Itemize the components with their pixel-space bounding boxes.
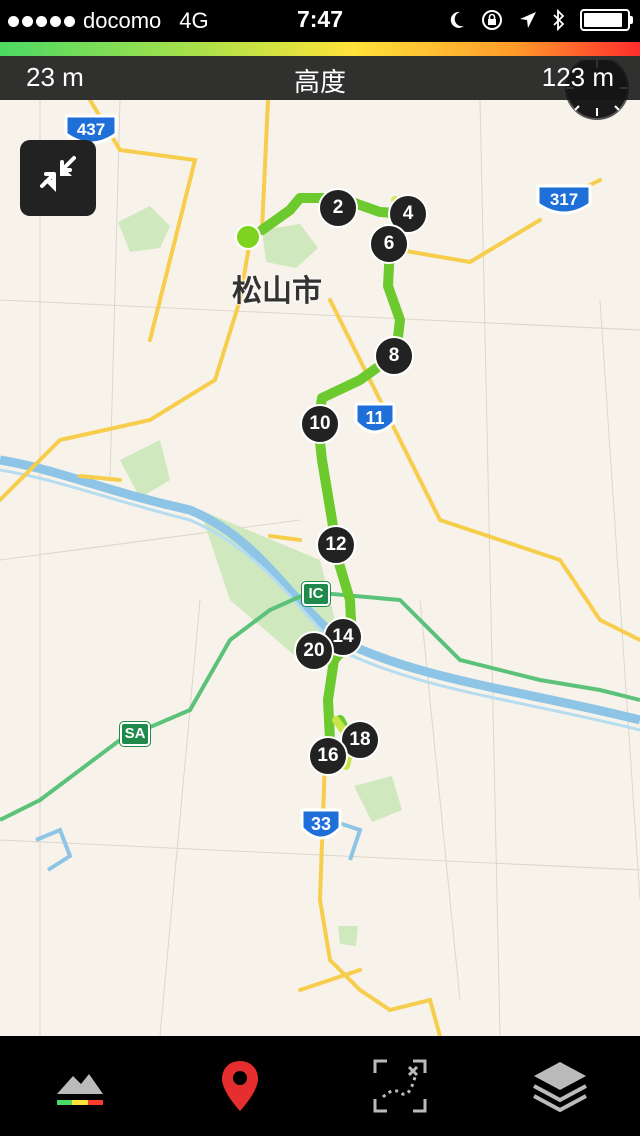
svg-text:317: 317 (550, 190, 578, 209)
route-badge-11: 11 (354, 402, 396, 434)
collapse-map-button[interactable] (20, 140, 96, 216)
svg-text:11: 11 (365, 408, 384, 428)
tab-layers[interactable] (480, 1036, 640, 1136)
location-arrow-icon (520, 12, 536, 28)
distance-marker[interactable]: 16 (308, 736, 348, 776)
route-start-point (235, 224, 261, 250)
tab-location[interactable] (160, 1036, 320, 1136)
tab-elevation-profile[interactable] (0, 1036, 160, 1136)
distance-marker[interactable]: 12 (316, 525, 356, 565)
distance-marker[interactable]: 20 (294, 631, 334, 671)
layers-icon (533, 1062, 587, 1113)
battery-icon (580, 9, 633, 31)
max-elevation: 123 m (541, 62, 614, 92)
rotation-lock-icon (482, 10, 502, 30)
interchange-sign: IC (302, 582, 330, 606)
distance-marker[interactable]: 8 (374, 336, 414, 376)
elevation-bar: 23 m 高度 123 m (0, 56, 640, 100)
tab-track[interactable] (320, 1036, 480, 1136)
map-view[interactable] (0, 100, 640, 1036)
track-route-icon (373, 1059, 427, 1113)
tab-bar (0, 1036, 640, 1136)
collapse-arrows-icon (40, 156, 76, 192)
route-badge-317: 317 (536, 184, 592, 215)
status-right (448, 8, 633, 32)
bluetooth-icon (553, 9, 565, 31)
service-area-sign: SA (120, 722, 150, 746)
city-label: 松山市 (232, 274, 322, 309)
route-badge-33: 33 (300, 808, 342, 840)
distance-marker[interactable]: 2 (318, 188, 358, 228)
location-pin-icon (222, 1061, 258, 1111)
elevation-profile-icon (57, 1074, 103, 1105)
elevation-color-scale (0, 42, 640, 56)
svg-text:33: 33 (311, 814, 331, 834)
svg-text:437: 437 (77, 120, 105, 139)
moon-icon (450, 11, 464, 28)
distance-marker[interactable]: 6 (369, 224, 409, 264)
status-bar: docomo 4G 7:47 (0, 0, 640, 42)
distance-marker[interactable]: 10 (300, 404, 340, 444)
